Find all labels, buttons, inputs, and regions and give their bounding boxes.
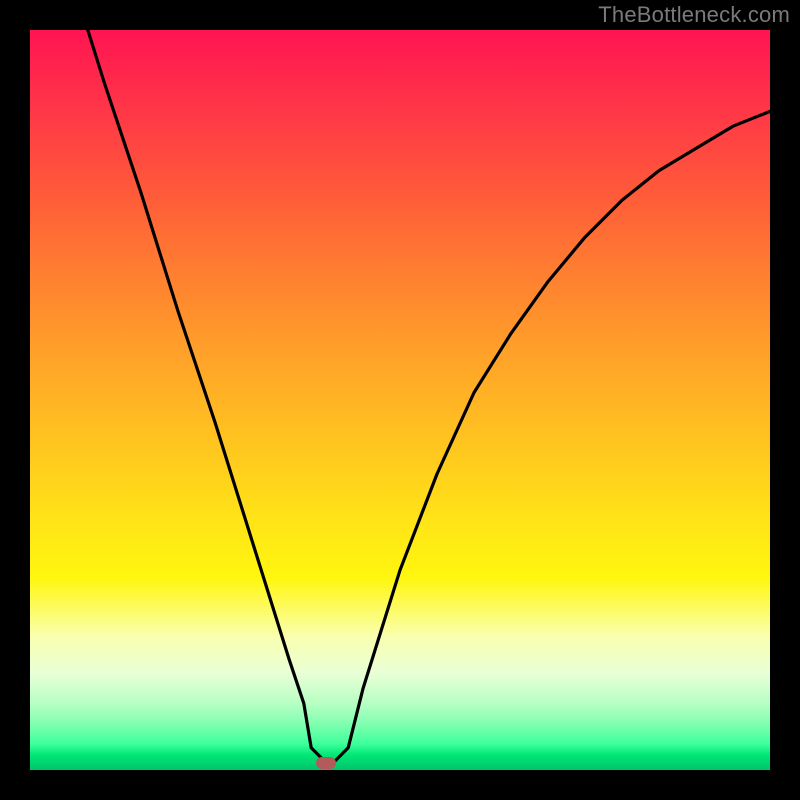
plot-frame [30, 30, 770, 770]
watermark-text: TheBottleneck.com [598, 2, 790, 28]
canvas-root: TheBottleneck.com [0, 0, 800, 800]
bottleneck-curve [30, 30, 770, 770]
curve-path [30, 30, 770, 763]
plot-area [30, 30, 770, 770]
optimal-point-marker [316, 757, 336, 769]
